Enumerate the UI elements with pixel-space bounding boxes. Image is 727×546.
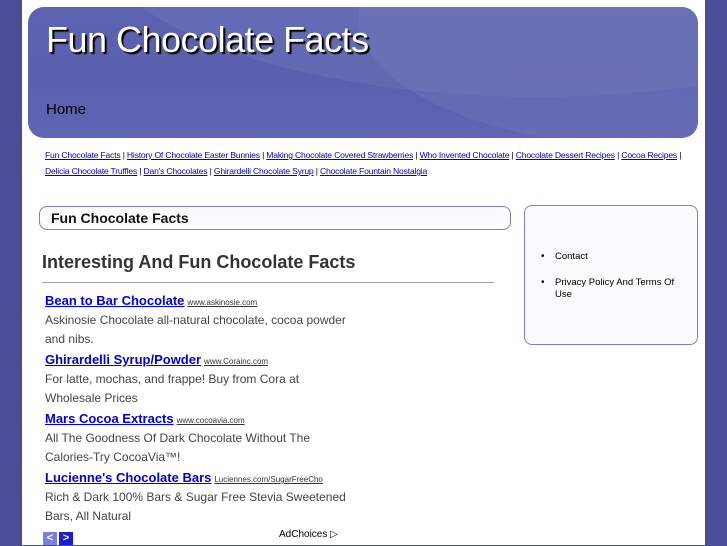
top-link[interactable]: History Of Chocolate Easter Bunnies [127,150,260,160]
ad-url-link[interactable]: www.cocoavia.com [177,416,245,425]
content-title: Fun Chocolate Facts [51,210,189,226]
site-title: Fun Chocolate Facts [46,19,369,60]
page: Fun Chocolate Facts Home Fun Chocolate F… [22,0,705,545]
ad-item: Ghirardelli Syrup/Powder www.Corainc.com … [45,351,355,410]
ad-url-link[interactable]: www.askinosie.com [187,298,257,307]
ad-block: Bean to Bar Chocolate www.askinosie.com A… [45,292,355,528]
site-header: Fun Chocolate Facts Home [28,7,698,138]
ad-description: For latte, mochas, and frappe! Buy from … [45,372,300,405]
content-title-box: Fun Chocolate Facts [39,206,511,230]
ad-title-link[interactable]: Mars Cocoa Extracts [45,411,174,426]
ad-url-link[interactable]: www.Corainc.com [204,357,268,366]
sidebar-item-privacy-policy[interactable]: Privacy Policy And Terms Of Use [541,277,690,301]
top-link[interactable]: Chocolate Dessert Recipes [516,150,615,160]
chevron-right-icon[interactable]: > [59,532,73,545]
divider [42,282,494,283]
ad-description: Rich & Dark 100% Bars & Sugar Free Stevi… [45,490,346,523]
ad-item: Mars Cocoa Extracts www.cocoavia.com All … [45,410,355,469]
sidebar-list: Contact Privacy Policy And Terms Of Use [541,251,690,315]
ad-title-link[interactable]: Bean to Bar Chocolate [45,293,184,308]
main-heading: Interesting And Fun Chocolate Facts [42,252,356,272]
ad-title-link[interactable]: Ghirardelli Syrup/Powder [45,352,201,367]
sidebar: Contact Privacy Policy And Terms Of Use [524,205,698,345]
top-link[interactable]: Making Chocolate Covered Strawberries [266,150,413,160]
top-link[interactable]: Fun Chocolate Facts [45,150,121,160]
top-link[interactable]: Dan's Chocolates [144,166,208,176]
top-link[interactable]: Who Invented Chocolate [420,150,510,160]
header-decoration [358,7,698,138]
chevron-left-icon[interactable]: < [43,532,57,545]
sidebar-item-contact[interactable]: Contact [541,251,690,263]
ad-pagination: < > [43,528,75,546]
top-link[interactable]: Ghirardelli Chocolate Syrup [214,166,314,176]
top-links-nav: Fun Chocolate Facts | History Of Chocola… [45,150,682,176]
top-link[interactable]: Cocoa Recipes [621,150,677,160]
ad-item: Lucienne's Chocolate Bars Luciennes.com/S… [45,469,355,528]
home-link[interactable]: Home [46,101,86,118]
ad-url-link[interactable]: Luciennes.com/SugarFreeCho [214,475,323,484]
top-link[interactable]: Chocolate Fountain Nostalgia [320,166,427,176]
top-link[interactable]: Delicia Chocolate Truffles [45,166,137,176]
ad-item: Bean to Bar Chocolate www.askinosie.com A… [45,292,355,351]
ad-description: Askinosie Chocolate all-natural chocolat… [45,313,346,346]
adchoices-link[interactable]: AdChoices ▷ [279,529,338,540]
ad-description: All The Goodness Of Dark Chocolate Witho… [45,431,311,464]
ad-title-link[interactable]: Lucienne's Chocolate Bars [45,470,211,485]
